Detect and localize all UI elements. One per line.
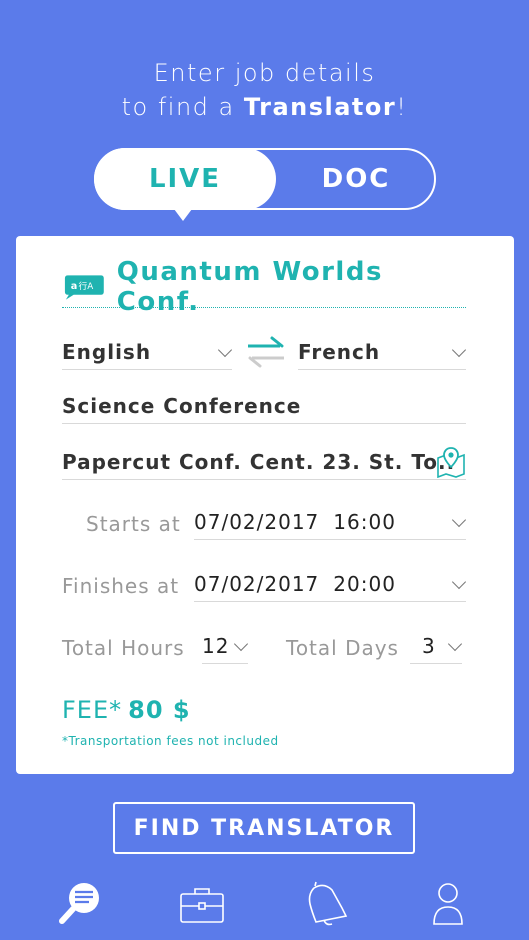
total-hours-select[interactable]: 12: [202, 628, 249, 664]
mode-toggle: LIVE DOC: [94, 148, 436, 210]
header-line-2: to find a Translator!: [0, 90, 529, 124]
total-hours-value: 12: [202, 633, 230, 658]
source-language-value: English: [62, 339, 152, 364]
fee-display: FEE* 80 $: [62, 696, 191, 724]
finishes-date-value: 07/02/2017: [194, 571, 320, 596]
svg-text:a: a: [71, 280, 78, 291]
translate-chat-icon: a 行A: [64, 274, 104, 300]
swap-languages-icon[interactable]: [244, 332, 288, 372]
finishes-datetime-select[interactable]: 07/02/2017 20:00: [194, 566, 467, 602]
header-suffix: !: [396, 93, 408, 121]
chevron-down-icon: [451, 512, 467, 528]
map-pin-icon[interactable]: [436, 446, 466, 478]
job-name-value: Quantum Worlds Conf.: [116, 256, 383, 317]
starts-datetime-select[interactable]: 07/02/2017 16:00: [194, 504, 467, 540]
finishes-time-value: 20:00: [333, 571, 396, 596]
page-header: Enter job details to find a Translator!: [0, 56, 529, 124]
chevron-down-icon: [447, 636, 463, 652]
fee-label: FEE*: [62, 696, 123, 724]
starts-row: Starts at: [86, 506, 181, 542]
chevron-down-icon: [451, 342, 467, 358]
category-field[interactable]: Science Conference: [62, 388, 466, 424]
chevron-down-icon: [233, 636, 249, 652]
profile-icon[interactable]: [424, 880, 472, 928]
source-language-select[interactable]: English: [62, 334, 233, 370]
find-translator-button[interactable]: FIND TRANSLATOR: [113, 802, 415, 854]
location-value: Papercut Conf. Cent. 23. St. To..: [62, 449, 456, 474]
finishes-row: Finishes at: [62, 568, 179, 604]
total-days-value: 3: [422, 633, 436, 658]
fee-note: *Transportation fees not included: [62, 734, 279, 748]
active-tab-pointer: [171, 205, 195, 221]
bell-icon[interactable]: [302, 880, 350, 928]
chevron-down-icon: [451, 574, 467, 590]
target-language-select[interactable]: French: [298, 334, 467, 370]
svg-text:行A: 行A: [79, 279, 94, 291]
tab-live[interactable]: LIVE: [94, 148, 276, 210]
header-highlight: Translator: [243, 93, 397, 121]
chevron-down-icon: [217, 342, 233, 358]
search-icon[interactable]: [56, 880, 104, 928]
location-field[interactable]: Papercut Conf. Cent. 23. St. To..: [62, 444, 466, 480]
job-form-card: a 行A Quantum Worlds Conf. English French…: [16, 236, 514, 774]
header-prefix: to find a: [121, 93, 244, 121]
fee-value: 80 $: [128, 696, 191, 724]
briefcase-icon[interactable]: [178, 880, 226, 928]
job-name-field[interactable]: a 行A Quantum Worlds Conf.: [62, 257, 466, 317]
total-days-label: Total Days: [286, 636, 399, 660]
total-hours-label: Total Hours: [62, 636, 185, 660]
total-days-row: Total Days: [286, 630, 399, 666]
header-line-1: Enter job details: [153, 59, 376, 87]
starts-date-value: 07/02/2017: [194, 509, 320, 534]
total-days-select[interactable]: 3: [410, 628, 463, 664]
category-value: Science Conference: [62, 393, 302, 418]
finishes-label: Finishes at: [62, 574, 180, 598]
starts-time-value: 16:00: [333, 509, 396, 534]
target-language-value: French: [298, 339, 381, 364]
tab-doc[interactable]: DOC: [276, 148, 436, 210]
starts-label: Starts at: [86, 512, 181, 536]
total-hours-row: Total Hours: [62, 630, 185, 666]
